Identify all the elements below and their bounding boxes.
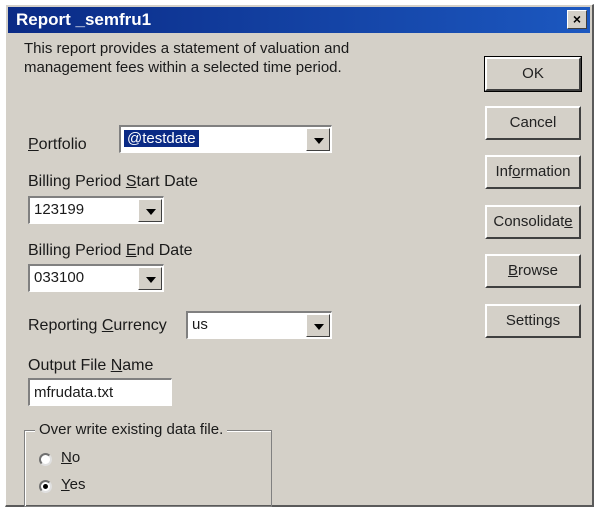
radio-no[interactable]: No: [39, 449, 119, 469]
browse-button[interactable]: Browse: [485, 254, 581, 288]
report-dialog: Report _semfru1 × This report provides a…: [5, 4, 594, 507]
close-button[interactable]: ×: [567, 10, 587, 29]
information-button[interactable]: Information: [485, 155, 581, 189]
currency-label: Reporting Currency: [28, 317, 167, 334]
radio-yes-label: Yes: [61, 476, 86, 493]
ok-button[interactable]: OK: [484, 56, 582, 92]
currency-combo[interactable]: us: [186, 311, 332, 339]
radio-yes[interactable]: Yes: [39, 476, 119, 496]
close-icon: ×: [572, 11, 582, 27]
cancel-button[interactable]: Cancel: [485, 106, 581, 140]
output-file-label: Output File Name: [28, 357, 154, 374]
window-title: Report _semfru1: [16, 10, 152, 29]
portfolio-label: Portfolio: [28, 136, 87, 153]
title-bar[interactable]: Report _semfru1 ×: [8, 7, 590, 33]
overwrite-group: Over write existing data file. No Yes: [24, 421, 272, 507]
radio-no-circle[interactable]: [39, 453, 52, 466]
start-date-combo[interactable]: 123199: [28, 196, 164, 224]
chevron-down-icon[interactable]: [138, 199, 162, 222]
chevron-down-icon[interactable]: [306, 314, 330, 337]
end-date-value: 033100: [34, 269, 85, 286]
radio-no-label: No: [61, 449, 81, 466]
radio-yes-circle[interactable]: [39, 480, 52, 493]
end-date-combo[interactable]: 033100: [28, 264, 164, 292]
portfolio-combo[interactable]: @testdate: [119, 125, 332, 153]
portfolio-value: @testdate: [124, 130, 199, 147]
report-description: This report provides a statement of valu…: [24, 40, 350, 76]
end-date-label: Billing Period End Date: [28, 242, 193, 259]
start-date-value: 123199: [34, 201, 85, 218]
start-date-label: Billing Period Start Date: [28, 173, 198, 190]
overwrite-group-label: Over write existing data file.: [35, 421, 228, 438]
settings-button[interactable]: Settings: [485, 304, 581, 338]
chevron-down-icon[interactable]: [138, 267, 162, 290]
consolidate-button[interactable]: Consolidate: [485, 205, 581, 239]
currency-value: us: [192, 316, 208, 333]
output-file-input[interactable]: mfrudata.txt: [28, 378, 172, 406]
chevron-down-icon[interactable]: [306, 128, 330, 151]
output-file-value: mfrudata.txt: [34, 384, 114, 401]
